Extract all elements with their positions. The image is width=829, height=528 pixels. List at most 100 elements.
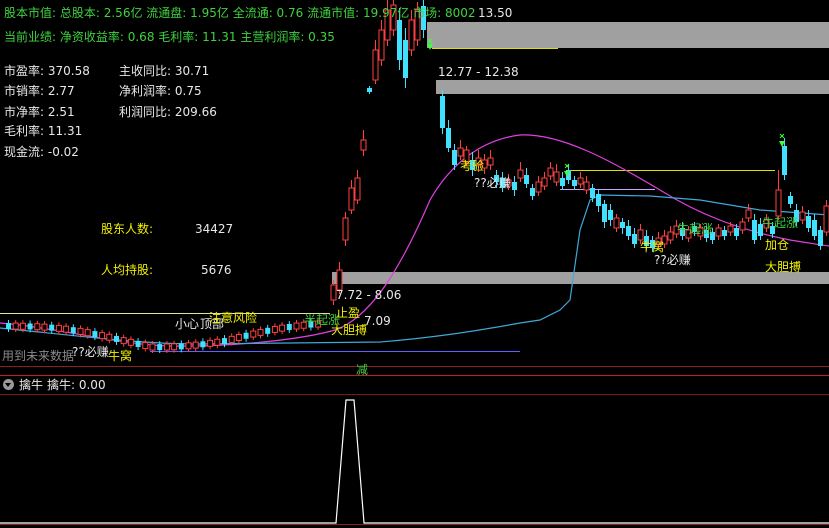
candle-body xyxy=(271,325,278,333)
candle-body xyxy=(336,269,343,291)
candle-body xyxy=(446,128,451,148)
candle-body xyxy=(530,188,535,196)
candle-body xyxy=(293,322,300,330)
header-line-2: 当前业绩: 净资收益率: 0.68 毛利率: 11.31 主营利润率: 0.35 xyxy=(4,30,335,44)
ps-ratio: 市销率: 2.77 xyxy=(4,84,75,98)
net-margin-label: 净利润率: xyxy=(119,84,172,98)
candle-body xyxy=(602,204,607,222)
price-chart-panel[interactable]: 股本市值: 总股本: 2.56亿 流通盘: 1.95亿 全流通: 0.76 流通… xyxy=(0,0,829,377)
gross-margin: 毛利率: 11.31 xyxy=(4,124,82,138)
header-roe: 净资收益率: 0.68 xyxy=(59,30,155,44)
candle-body xyxy=(440,96,445,128)
header-float-shares: 流通盘: 1.95亿 xyxy=(146,6,229,20)
pb-label: 市净率: xyxy=(4,105,45,119)
candle-body xyxy=(583,181,590,191)
candle-body xyxy=(487,157,494,166)
candle-body xyxy=(378,29,385,61)
candle-body xyxy=(135,340,141,347)
profit-yoy-label: 利润同比: xyxy=(119,105,172,119)
band-lower-label: 7.72 - 8.06 xyxy=(336,288,402,302)
candle-body xyxy=(715,227,722,237)
candle-body xyxy=(812,220,817,236)
signal-bold-bet: 大胆搏 xyxy=(331,323,368,337)
pb-value: 2.51 xyxy=(47,105,75,119)
candle-body xyxy=(222,338,227,345)
header-gross-margin: 毛利率: 11.31 xyxy=(158,30,237,44)
signal-bold-bet-2: 大胆搏 xyxy=(765,260,802,274)
header-total-shares: 总股本: 2.56亿 xyxy=(59,6,143,20)
candle-body xyxy=(517,169,524,179)
candle-body xyxy=(228,335,235,343)
candle-body xyxy=(782,146,787,175)
candle-body xyxy=(535,181,542,193)
candle-body xyxy=(739,221,746,231)
candle-body xyxy=(12,322,19,330)
candle-body xyxy=(279,324,286,332)
candle-body xyxy=(19,322,26,330)
candle-body xyxy=(572,180,577,186)
candle-body xyxy=(342,217,349,241)
pb-ratio: 市净率: 2.51 xyxy=(4,105,75,119)
candle-body xyxy=(360,139,367,151)
candle-body xyxy=(613,217,620,229)
cash-flow: 现金流: -0.02 xyxy=(4,145,79,159)
candle-body xyxy=(163,343,170,351)
header-full-float: 全流通: 0.76 xyxy=(232,6,304,20)
candle-body xyxy=(734,228,739,236)
signal-test: 考验 xyxy=(460,159,485,173)
band-upper-label: 12.77 - 12.38 xyxy=(438,65,519,79)
candle-body xyxy=(818,230,823,246)
candle-body xyxy=(207,339,214,347)
candle-body xyxy=(553,171,560,183)
candle-body xyxy=(637,229,644,241)
holder-count-value: 34427 xyxy=(195,222,234,236)
pe-label: 市盈率: xyxy=(4,64,45,78)
candle-body xyxy=(577,177,584,185)
x-marker-icon xyxy=(427,38,785,169)
indicator-panel[interactable]: 擒牛 擒牛: 0.00 xyxy=(0,376,829,528)
profit-yoy-value: 209.66 xyxy=(174,105,217,119)
header-float-value: 流通市值: 19.97亿 xyxy=(307,6,410,20)
candle-body xyxy=(192,341,199,349)
revenue-yoy-value: 30.71 xyxy=(174,64,210,78)
candle-body xyxy=(596,194,601,206)
holder-count-label: 股东人数: xyxy=(101,222,154,236)
candle-body xyxy=(41,323,48,331)
profit-yoy: 利润同比: 209.66 xyxy=(119,105,217,119)
candle-body xyxy=(620,222,625,228)
signal-stop-profit: 止盈 xyxy=(336,306,361,320)
candle-body xyxy=(799,211,806,221)
header-line-1: 股本市值: 总股本: 2.56亿 流通盘: 1.95亿 全流通: 0.76 流通… xyxy=(4,6,476,20)
candle-body xyxy=(243,332,249,339)
resistance-band-top xyxy=(427,22,829,48)
indicator-spike-line xyxy=(0,399,829,524)
net-margin: 净利润率: 0.75 xyxy=(119,84,202,98)
candle-body xyxy=(608,210,613,220)
signal-bull-rise-2: 牛起涨 xyxy=(762,216,799,230)
candle-body xyxy=(354,177,361,201)
indicator-canvas[interactable] xyxy=(0,376,829,528)
magenta-ma-line xyxy=(0,134,829,347)
candle-body xyxy=(745,209,752,219)
candle-body xyxy=(99,332,106,340)
price-chart-canvas[interactable] xyxy=(0,0,829,376)
candle-body xyxy=(367,88,372,92)
header-main-profit: 主营利润率: 0.35 xyxy=(240,30,335,44)
support-band xyxy=(332,272,829,284)
price-label-top: 13.50 xyxy=(478,6,513,20)
net-margin-value: 0.75 xyxy=(174,84,202,98)
candle-body xyxy=(149,343,156,351)
resistance-band-mid xyxy=(436,80,829,94)
candlestick-series xyxy=(6,0,829,354)
candle-body xyxy=(397,20,402,60)
revenue-yoy-label: 主收同比: xyxy=(119,64,172,78)
candle-body xyxy=(55,324,62,332)
signal-sure-gain-1: ??必赚 xyxy=(72,345,109,359)
candle-body xyxy=(84,329,91,337)
candle-body xyxy=(667,231,674,241)
candle-body xyxy=(632,234,637,244)
signal-sure-gain-2: ??必赚 xyxy=(474,176,511,190)
candle-body xyxy=(171,343,178,351)
cash-flow-label: 现金流: xyxy=(4,145,45,159)
candle-body xyxy=(77,327,84,335)
